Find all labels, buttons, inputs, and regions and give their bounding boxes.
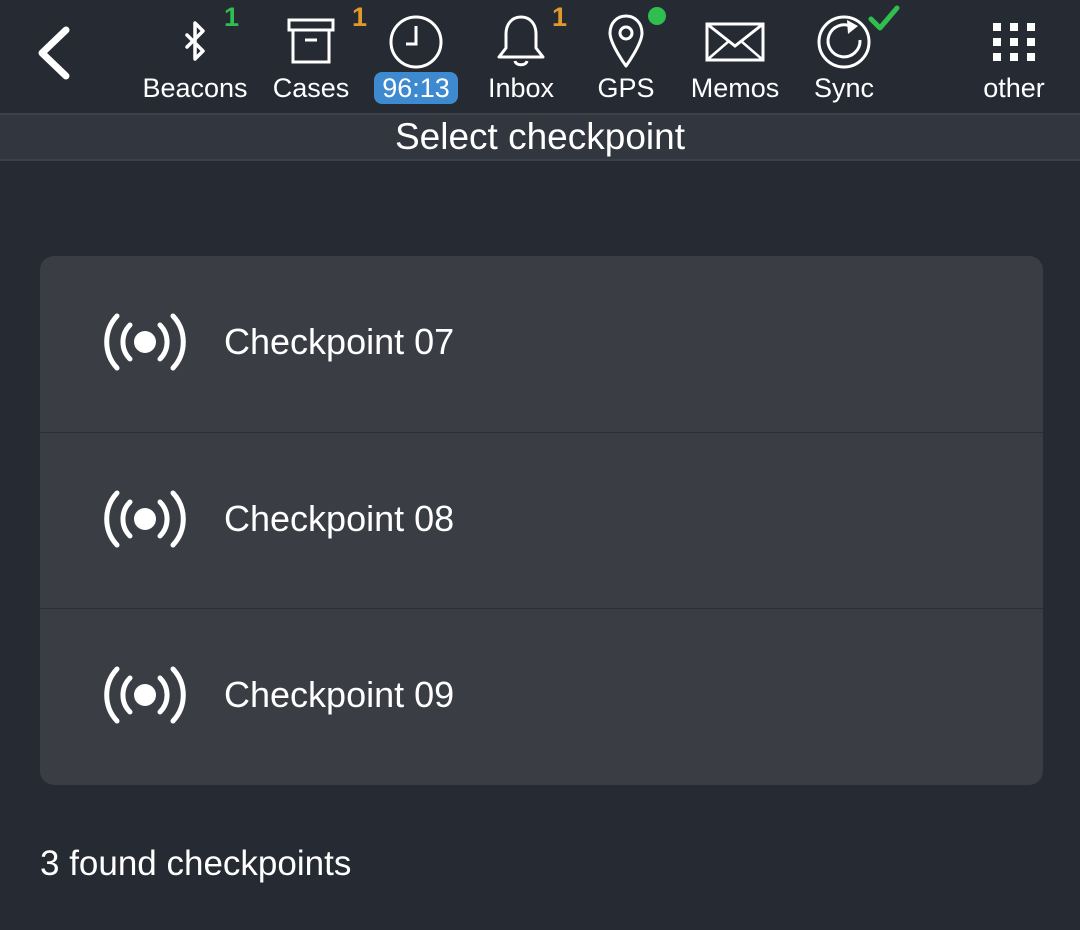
- sync-icon: [817, 15, 871, 69]
- inbox-badge: 1: [552, 2, 568, 32]
- toolbar-sync-button[interactable]: Sync: [806, 0, 900, 113]
- top-toolbar: 1 Beacons 1 Cases 96:13 1 Inbox GPS Memo…: [0, 0, 1080, 113]
- toolbar-beacons-button[interactable]: 1 Beacons: [138, 0, 252, 113]
- toolbar-timer-label-wrap: 96:13: [370, 71, 462, 105]
- toolbar-sync-label: Sync: [813, 73, 875, 103]
- gps-status-dot: [648, 7, 666, 25]
- checkpoint-list-item[interactable]: Checkpoint 09: [40, 609, 1043, 785]
- page-title: Select checkpoint: [394, 116, 685, 157]
- checkpoint-label: Checkpoint 08: [224, 498, 455, 539]
- found-count-text: 3 found checkpoints: [40, 844, 352, 883]
- back-button[interactable]: [22, 18, 86, 88]
- beacon-signal-icon: [104, 666, 186, 724]
- grid-menu-icon: [993, 23, 1035, 61]
- archive-box-icon: [287, 18, 335, 64]
- map-pin-icon: [608, 14, 644, 68]
- toolbar-beacons-label: Beacons: [142, 73, 248, 103]
- timer-value: 96:13: [374, 72, 458, 104]
- cases-badge: 1: [352, 2, 368, 32]
- chevron-left-icon: [38, 26, 70, 80]
- checkpoint-list-item[interactable]: Checkpoint 07: [40, 256, 1043, 432]
- bell-icon: [497, 15, 545, 67]
- checkpoint-label: Checkpoint 09: [224, 674, 455, 715]
- title-bar: Select checkpoint: [0, 113, 1080, 161]
- toolbar-cases-button[interactable]: 1 Cases: [268, 0, 367, 113]
- checkpoint-label: Checkpoint 07: [224, 321, 455, 362]
- toolbar-other-button[interactable]: other: [976, 0, 1052, 113]
- toolbar-cases-label: Cases: [272, 73, 350, 103]
- toolbar-inbox-button[interactable]: 1 Inbox: [478, 0, 568, 113]
- envelope-icon: [705, 22, 765, 62]
- checkpoint-list: Checkpoint 07 Checkpoint 08 Checkpoint 0…: [40, 256, 1043, 785]
- beacon-signal-icon: [104, 490, 186, 548]
- bluetooth-icon: [185, 21, 205, 61]
- clock-icon: [389, 15, 443, 69]
- beacons-badge: 1: [224, 2, 240, 32]
- sync-check-icon: [868, 5, 900, 31]
- toolbar-other-label: other: [983, 73, 1045, 103]
- toolbar-gps-label: GPS: [597, 73, 655, 103]
- checkpoint-list-item[interactable]: Checkpoint 08: [40, 433, 1043, 609]
- toolbar-gps-button[interactable]: GPS: [586, 0, 666, 113]
- toolbar-memos-label: Memos: [690, 73, 780, 103]
- beacon-signal-icon: [104, 313, 186, 371]
- toolbar-memos-button[interactable]: Memos: [684, 0, 786, 113]
- toolbar-inbox-label: Inbox: [487, 73, 555, 103]
- toolbar-timer-button[interactable]: 96:13: [370, 0, 462, 113]
